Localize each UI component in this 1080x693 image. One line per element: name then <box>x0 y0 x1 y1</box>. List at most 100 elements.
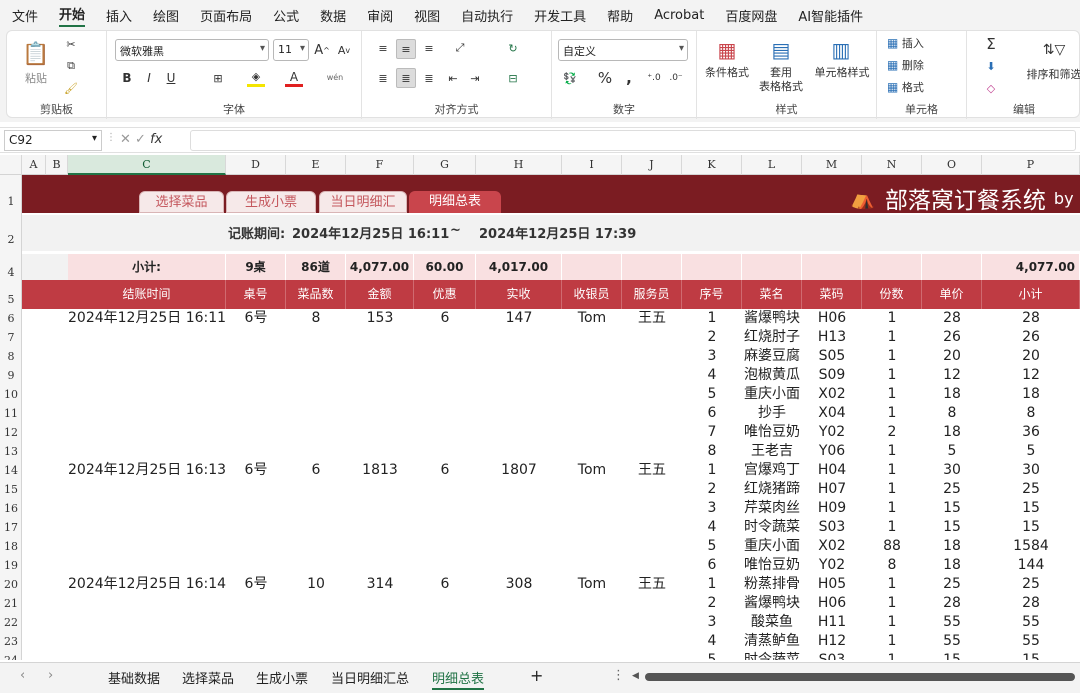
fill-color-icon[interactable]: ◈ <box>247 69 265 87</box>
clear-icon[interactable]: ◇ <box>979 79 1003 97</box>
row-header[interactable]: 1 <box>0 175 21 213</box>
align-right-icon[interactable]: ≣ <box>420 69 438 87</box>
font-family-select[interactable]: 微软雅黑 ▾ <box>115 39 269 61</box>
menu-item[interactable]: 视图 <box>414 6 440 25</box>
menu-item[interactable]: 插入 <box>106 6 132 25</box>
menu-item[interactable]: 公式 <box>273 6 299 25</box>
banner-tab[interactable]: 生成小票 <box>226 191 316 213</box>
align-left-icon[interactable]: ≣ <box>374 69 392 87</box>
font-color-icon[interactable]: A <box>285 69 303 87</box>
bold-button[interactable]: B <box>119 69 135 87</box>
more-sheets-icon[interactable]: ⋮ <box>612 668 625 683</box>
number-format-select[interactable]: 自定义 ▾ <box>558 39 688 61</box>
row-header[interactable]: 2 <box>0 215 21 251</box>
column-header-e[interactable]: E <box>286 155 346 175</box>
banner-tab[interactable]: 选择菜品 <box>139 191 224 213</box>
column-header-j[interactable]: J <box>622 155 682 175</box>
column-header-f[interactable]: F <box>346 155 414 175</box>
sheet-tab[interactable]: 基础数据 <box>108 668 160 687</box>
conditional-format-icon[interactable]: ▦ <box>713 37 741 63</box>
cell-styles-button[interactable]: 单元格样式 <box>811 65 873 79</box>
row-header[interactable]: 19 <box>0 556 21 575</box>
scroll-left-icon[interactable]: ‹ <box>20 668 25 683</box>
percent-button[interactable]: % <box>596 69 614 87</box>
paste-icon[interactable]: 📋 <box>19 37 53 71</box>
decrease-indent-icon[interactable]: ⇤ <box>444 69 462 87</box>
phonetic-icon[interactable]: wén <box>325 67 345 87</box>
horizontal-scrollbar[interactable] <box>645 673 1075 681</box>
row-header[interactable]: 6 <box>0 309 21 328</box>
sheet-grid[interactable]: 选择菜品 生成小票 当日明细汇 明细总表 ⛺ 部落窝订餐系统 by 记账期间: 202… <box>22 175 1080 660</box>
select-all-corner[interactable] <box>0 155 22 175</box>
merge-center-icon[interactable]: ⊟ <box>504 69 522 87</box>
row-header[interactable]: 5 <box>0 280 21 309</box>
sort-filter-button[interactable]: 排序和筛选 <box>1021 67 1080 81</box>
row-header[interactable]: 11 <box>0 404 21 423</box>
align-top-icon[interactable]: ≡ <box>374 39 392 57</box>
row-header[interactable]: 9 <box>0 366 21 385</box>
italic-button[interactable]: I <box>141 69 157 87</box>
borders-icon[interactable]: ⊞ <box>209 69 227 87</box>
sheet-tab[interactable]: 生成小票 <box>256 668 308 687</box>
name-box[interactable]: C92 ▾ <box>4 130 102 151</box>
enter-icon[interactable]: ✓ <box>135 132 146 147</box>
column-header-l[interactable]: L <box>742 155 802 175</box>
column-header-h[interactable]: H <box>476 155 562 175</box>
menu-item[interactable]: 开发工具 <box>534 6 586 25</box>
scroll-bar-left-icon[interactable]: ◀ <box>632 671 639 681</box>
comma-style-icon[interactable]: , <box>622 69 636 87</box>
column-header-n[interactable]: N <box>862 155 922 175</box>
column-header-k[interactable]: K <box>682 155 742 175</box>
align-bottom-icon[interactable]: ≡ <box>420 39 438 57</box>
menu-item[interactable]: 绘图 <box>153 6 179 25</box>
column-header-p[interactable]: P <box>982 155 1080 175</box>
row-header[interactable]: 21 <box>0 594 21 613</box>
format-table-label-2[interactable]: 表格格式 <box>755 79 807 93</box>
row-header[interactable]: 8 <box>0 347 21 366</box>
row-header[interactable]: 18 <box>0 537 21 556</box>
column-header-m[interactable]: M <box>802 155 862 175</box>
row-header[interactable]: 7 <box>0 328 21 347</box>
fx-icon[interactable]: fx <box>150 132 162 147</box>
menu-item[interactable]: Acrobat <box>654 8 704 23</box>
row-header[interactable]: 24 <box>0 651 21 660</box>
cut-icon[interactable]: ✂ <box>61 35 81 53</box>
font-size-select[interactable]: 11 ▾ <box>273 39 309 61</box>
column-header-b[interactable]: B <box>46 155 68 175</box>
sheet-tab[interactable]: 选择菜品 <box>182 668 234 687</box>
copy-icon[interactable]: ⧉ <box>61 57 81 75</box>
row-header[interactable]: 10 <box>0 385 21 404</box>
increase-font-icon[interactable]: A ^ <box>313 41 331 59</box>
sheet-tab[interactable]: 当日明细汇总 <box>331 668 409 687</box>
menu-item[interactable]: 页面布局 <box>200 6 252 25</box>
currency-icon[interactable]: 💱 <box>560 69 580 87</box>
menu-item[interactable]: 审阅 <box>367 6 393 25</box>
decrease-font-icon[interactable]: Av <box>335 41 353 59</box>
row-header[interactable]: 13 <box>0 442 21 461</box>
format-table-label-1[interactable]: 套用 <box>763 65 799 79</box>
scroll-right-icon[interactable]: › <box>48 668 53 683</box>
align-center-icon[interactable]: ≣ <box>396 68 416 88</box>
column-header-d[interactable]: D <box>226 155 286 175</box>
banner-tab[interactable]: 明细总表 <box>409 191 501 213</box>
delete-cells-button[interactable]: ▦ 删除 <box>887 57 957 73</box>
cell-styles-icon[interactable]: ▥ <box>827 37 855 63</box>
autosum-icon[interactable]: Σ <box>979 35 1003 53</box>
row-header[interactable]: 4 <box>0 254 21 281</box>
column-header-c[interactable]: C <box>68 155 226 175</box>
column-header-g[interactable]: G <box>414 155 476 175</box>
row-header[interactable]: 17 <box>0 518 21 537</box>
row-header[interactable]: 23 <box>0 632 21 651</box>
menu-item[interactable]: 帮助 <box>607 6 633 25</box>
fill-icon[interactable]: ⬇ <box>979 57 1003 75</box>
menu-item[interactable]: 数据 <box>320 6 346 25</box>
row-header[interactable]: 22 <box>0 613 21 632</box>
column-header-o[interactable]: O <box>922 155 982 175</box>
orientation-icon[interactable]: ⤢ <box>448 39 472 57</box>
row-header[interactable]: 16 <box>0 499 21 518</box>
sort-filter-icon[interactable]: ⇅▽ <box>1037 37 1071 63</box>
conditional-format-button[interactable]: 条件格式 <box>701 65 753 79</box>
cancel-icon[interactable]: ✕ <box>120 132 131 147</box>
format-cells-button[interactable]: ▦ 格式 <box>887 79 957 95</box>
column-header-a[interactable]: A <box>22 155 46 175</box>
